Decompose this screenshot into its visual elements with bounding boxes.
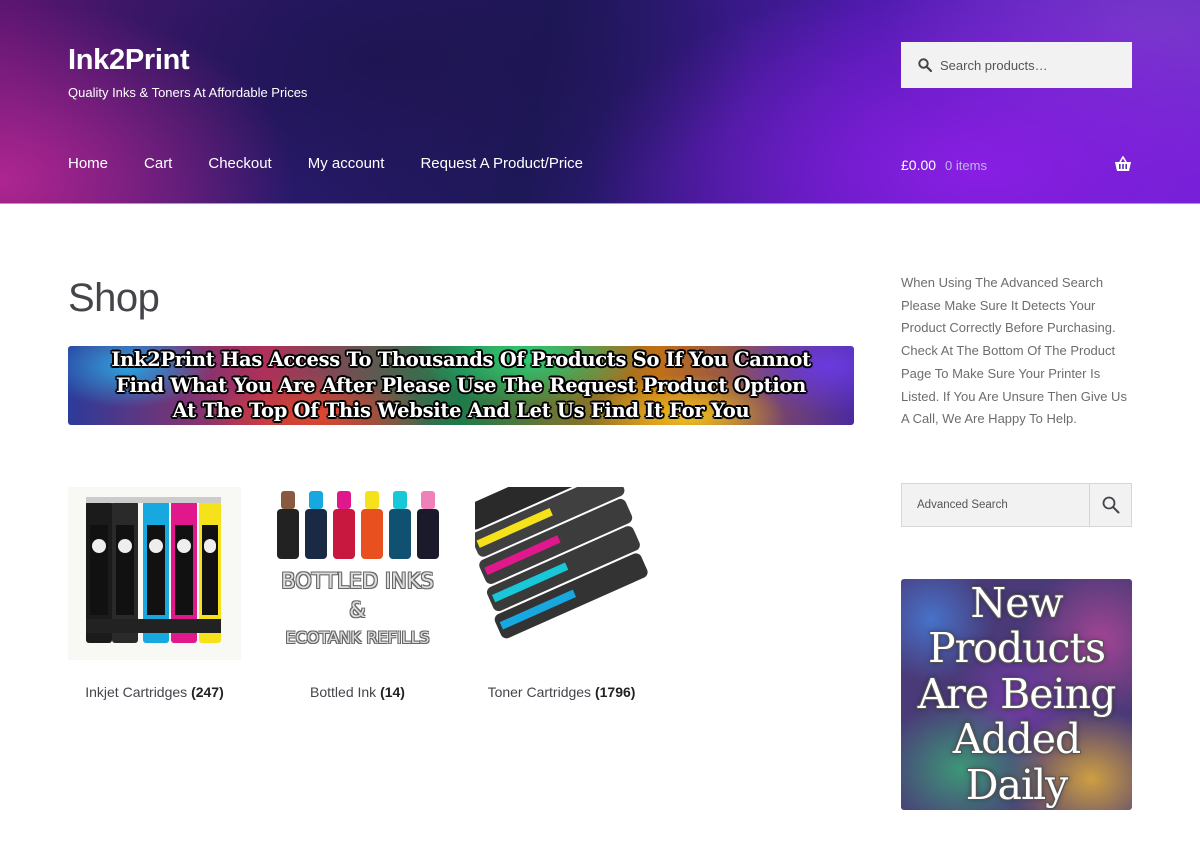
promo-line: New	[970, 579, 1063, 627]
search-icon	[918, 58, 933, 73]
category-name: Bottled Ink	[310, 684, 377, 700]
cart-count: 0 items	[945, 157, 987, 173]
bottled-image-text: BOTTLED INKS & ECOTANK REFILLS	[271, 567, 444, 651]
bottled-text-line1: BOTTLED INKS	[281, 569, 434, 593]
new-products-promo[interactable]: New Products Are Being Added Daily	[901, 579, 1132, 810]
category-count: (1796)	[594, 684, 636, 700]
category-toner-cartridges[interactable]: Toner Cartridges (1796)	[475, 487, 648, 700]
bottled-text-line3: ECOTANK REFILLS	[285, 628, 430, 647]
promo-line: Are Being	[917, 669, 1117, 718]
nav-cart[interactable]: Cart	[144, 155, 172, 172]
promo-line: Daily	[965, 760, 1069, 809]
basket-icon[interactable]	[1114, 155, 1132, 177]
search-input[interactable]	[940, 57, 1120, 73]
banner-line: Find What You Are After Please Use The R…	[115, 373, 807, 397]
inkjet-cartridges-image	[68, 487, 241, 660]
category-title[interactable]: Inkjet Cartridges (247)	[68, 684, 241, 700]
category-title[interactable]: Bottled Ink (14)	[271, 684, 444, 700]
search-icon	[1102, 496, 1119, 514]
category-name: Inkjet Cartridges	[85, 684, 188, 700]
site-header: Ink2Print Quality Inks & Toners At Affor…	[0, 0, 1200, 204]
promo-line: Added	[952, 715, 1082, 764]
header-cart[interactable]: £0.00 0 items	[901, 155, 1132, 175]
category-count: (247)	[191, 684, 224, 700]
promo-line: Products	[927, 624, 1106, 673]
category-count: (14)	[380, 684, 405, 700]
advanced-search-form[interactable]	[901, 483, 1132, 527]
advanced-search-button[interactable]	[1089, 484, 1131, 526]
category-inkjet-cartridges[interactable]: Inkjet Cartridges (247)	[68, 487, 241, 700]
primary-nav: Home Cart Checkout My account Request A …	[68, 155, 619, 172]
category-name: Toner Cartridges	[487, 684, 592, 700]
banner-line: At The Top Of This Website And Let Us Fi…	[172, 399, 750, 423]
nav-my-account[interactable]: My account	[308, 155, 385, 172]
bottled-ink-image: BOTTLED INKS & ECOTANK REFILLS	[271, 487, 444, 660]
nav-home[interactable]: Home	[68, 155, 108, 172]
cart-amount: £0.00	[901, 157, 937, 173]
site-title[interactable]: Ink2Print	[68, 44, 190, 77]
product-search[interactable]	[901, 42, 1132, 88]
bottled-text-line2: &	[349, 598, 366, 622]
category-bottled-ink[interactable]: BOTTLED INKS & ECOTANK REFILLS Bottled I…	[271, 487, 444, 700]
nav-request-product[interactable]: Request A Product/Price	[420, 155, 583, 172]
site-tagline: Quality Inks & Toners At Affordable Pric…	[68, 85, 308, 100]
toner-cartridges-image	[475, 487, 648, 660]
category-title[interactable]: Toner Cartridges (1796)	[475, 684, 648, 700]
banner-line: Ink2Print Has Access To Thousands Of Pro…	[111, 348, 811, 372]
advanced-search-input[interactable]	[902, 484, 1089, 526]
nav-checkout[interactable]: Checkout	[208, 155, 271, 172]
advanced-search-help-text: When Using The Advanced Search Please Ma…	[901, 275, 1127, 427]
request-product-banner: Ink2Print Has Access To Thousands Of Pro…	[68, 346, 854, 425]
page-title: Shop	[68, 276, 160, 320]
